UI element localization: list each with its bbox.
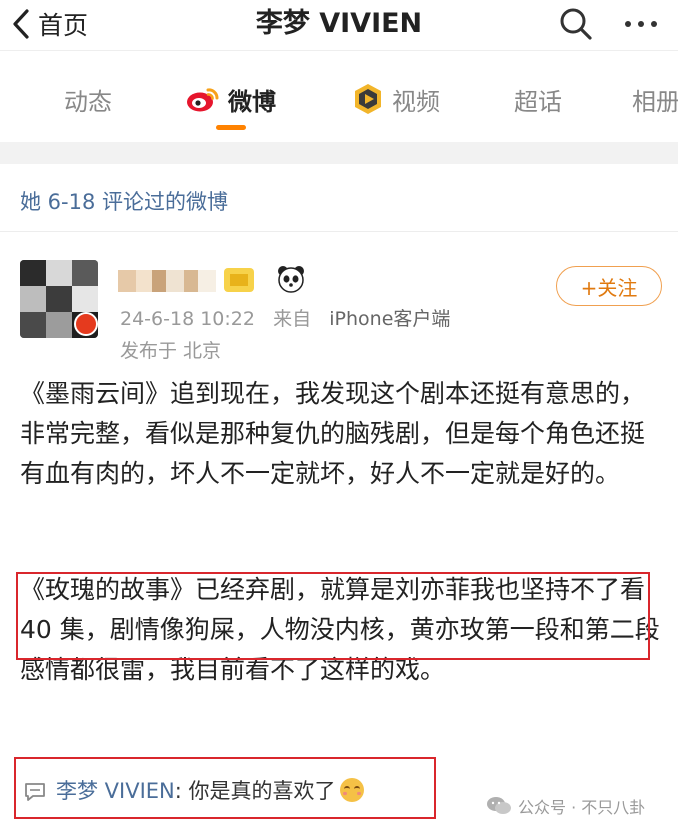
comment-icon	[25, 783, 45, 801]
smile-emoji-icon	[339, 778, 364, 802]
post-source: iPhone客户端	[329, 308, 451, 330]
tab-dynamic[interactable]: 动态	[64, 81, 112, 117]
follow-button[interactable]: +关注	[556, 266, 662, 306]
wechat-icon	[487, 797, 511, 814]
section-title: 她 6-18 评论过的微博	[20, 190, 229, 214]
weibo-post: 24-6-18 10:22 来自 iPhone客户端 发布于 北京 +关注 《墨…	[0, 232, 678, 830]
source-prefix: 来自	[273, 308, 312, 330]
tab-album[interactable]: 相册	[632, 81, 678, 117]
search-button[interactable]	[556, 4, 596, 44]
top-nav-bar: 首页 李梦 VIVIEN	[0, 0, 678, 50]
comment-text: 李梦 VIVIEN: 你是真的喜欢了	[56, 775, 364, 805]
post-timestamp: 24-6-18 10:22	[120, 308, 255, 330]
search-icon	[560, 8, 592, 40]
section-header: 她 6-18 评论过的微博	[0, 164, 678, 232]
verified-badge-icon	[74, 312, 98, 336]
tab-label: 视频	[392, 87, 440, 116]
watermark: 公众号 · 不只八卦	[486, 794, 645, 818]
profile-tabs: 动态 微博 视频 超话 相册	[0, 50, 678, 142]
post-paragraph: 《墨雨云间》追到现在，我发现这个剧本还挺有意思的，非常完整，看似是那种复仇的脑残…	[20, 379, 646, 488]
weibo-logo-icon	[186, 85, 220, 113]
more-button[interactable]	[616, 4, 666, 44]
blurred-username[interactable]	[118, 266, 268, 296]
watermark-text: 公众号 · 不只八卦	[518, 798, 646, 817]
tab-video[interactable]: 视频	[352, 81, 440, 117]
panda-icon	[276, 264, 306, 294]
tab-label: 动态	[64, 87, 112, 116]
more-dot-icon	[638, 21, 644, 27]
tab-label: 相册	[632, 87, 678, 116]
post-location: 发布于 北京	[120, 340, 222, 362]
active-tab-indicator	[216, 125, 246, 130]
tab-label: 超话	[514, 87, 562, 116]
comment-separator: :	[174, 779, 182, 803]
video-badge-icon	[352, 83, 384, 115]
tab-weibo[interactable]: 微博	[186, 81, 276, 117]
highlight-box	[16, 572, 650, 660]
divider	[0, 142, 678, 164]
comment-body: 你是真的喜欢了	[181, 779, 336, 803]
comment-user[interactable]: 李梦 VIVIEN	[56, 779, 175, 803]
more-dot-icon	[651, 21, 657, 27]
post-meta: 24-6-18 10:22 来自 iPhone客户端	[120, 304, 450, 331]
tab-label: 微博	[228, 87, 276, 116]
more-dot-icon	[625, 21, 631, 27]
tab-super-topic[interactable]: 超话	[514, 81, 562, 117]
